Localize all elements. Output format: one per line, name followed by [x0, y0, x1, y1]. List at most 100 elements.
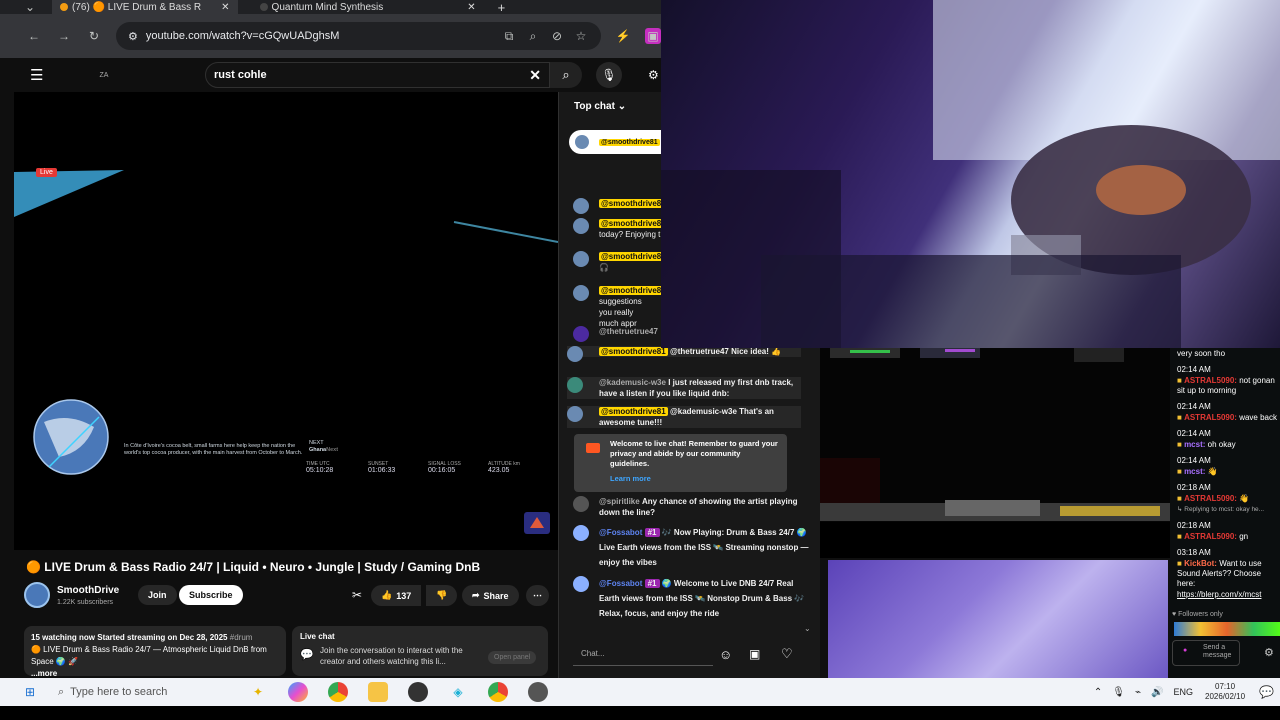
bookmark-star-icon[interactable]: ☆ [573, 28, 589, 44]
youtube-chat-icon [586, 443, 600, 453]
kick-username[interactable]: ASTRAL5090: [1184, 376, 1237, 385]
user-avatar [567, 406, 583, 422]
super-chat-icon[interactable]: ▣ [749, 647, 760, 661]
language-indicator[interactable]: ENG [1173, 687, 1193, 697]
kick-username[interactable]: ASTRAL5090: [1184, 532, 1237, 541]
emoji-icon[interactable]: ☺ [719, 647, 732, 662]
clear-search-icon[interactable]: ✕ [529, 67, 541, 84]
notifications-icon[interactable]: 💬 [1259, 685, 1274, 699]
tab-close-icon[interactable]: ✕ [221, 2, 229, 13]
emote-button-icon[interactable]: ● [1183, 647, 1187, 655]
like-button[interactable]: 👍 137 [371, 585, 422, 606]
chat-mode-dropdown[interactable]: Top chat ⌄ [574, 101, 626, 112]
clock-time: 07:10 [1215, 682, 1236, 691]
mod-badge: #1 [644, 528, 660, 537]
address-bar[interactable]: ⚙ youtube.com/watch?v=cGQwUADghsM ⧉ ⌕ ⊘ … [116, 22, 601, 50]
reload-icon[interactable]: ↻ [86, 28, 102, 44]
taskbar-search[interactable]: ⌕ Type here to search [58, 686, 238, 699]
volume-icon[interactable]: 🔊 [1151, 687, 1163, 698]
kick-username[interactable]: ASTRAL5090: [1184, 494, 1237, 503]
username: @smoothdrive81 [599, 219, 668, 228]
tab-list-chevron-icon[interactable]: ⌄ [22, 0, 38, 14]
kick-reply-context: ↳ Replying to mcst: okay he... [1177, 506, 1265, 513]
clock[interactable]: 07:10 2026/02/10 [1205, 682, 1245, 702]
chat-input[interactable]: Chat... [573, 644, 713, 666]
kick-message: ■ mcst: oh okay [1177, 440, 1278, 450]
video-player[interactable]: Live In Côte d'Ivoire's cocoa belt, smal… [14, 92, 558, 550]
settings-icon[interactable]: ⚙ [1264, 648, 1274, 659]
sub-badge-icon: ■ [1177, 559, 1185, 568]
kick-username[interactable]: ASTRAL5090: [1184, 413, 1237, 422]
join-button[interactable]: Join [138, 585, 177, 605]
followers-only-label: ♥ Followers only [1172, 610, 1223, 620]
learn-more-link[interactable]: Learn more [610, 474, 781, 484]
pinned-username: @smoothdrive81 [599, 138, 660, 146]
search-input[interactable]: rust cohle ✕ [205, 62, 550, 88]
obs-icon[interactable] [408, 682, 428, 702]
extension-2-icon[interactable]: ▣ [645, 28, 661, 44]
kick-username[interactable]: mcst: [1184, 467, 1205, 476]
ticker-text: In Côte d'Ivoire's cocoa belt, small far… [124, 443, 303, 456]
kick-timestamp: 02:14 AM [1177, 365, 1211, 374]
new-tab-button[interactable]: + [498, 0, 506, 14]
channel-name[interactable]: SmoothDrive [57, 585, 119, 596]
cast-icon[interactable]: ⧉ [501, 28, 517, 44]
back-icon[interactable]: ← [26, 28, 42, 44]
open-panel-button[interactable]: Open panel [488, 651, 537, 664]
windows-start-icon[interactable]: ⊞ [20, 682, 40, 702]
clip-icon[interactable]: ✂ [352, 588, 362, 602]
description-hashtag[interactable]: #drum [230, 633, 253, 642]
heart-icon: ♥ [1172, 611, 1177, 618]
heart-icon[interactable]: ♡ [781, 646, 793, 662]
share-button[interactable]: ➦ Share [462, 585, 519, 606]
kick-link[interactable]: https://blerp.com/x/mcst [1177, 590, 1278, 600]
copilot-sparkle-icon[interactable]: ✦ [248, 682, 268, 702]
username: @smoothdrive81 [599, 347, 668, 356]
subscriber-count: 1.22K subscribers [57, 599, 114, 606]
app-2-icon[interactable] [528, 682, 548, 702]
show-more-link[interactable]: ...more [31, 669, 57, 678]
chevron-down-icon: ⌄ [617, 101, 627, 112]
user-avatar [573, 576, 589, 592]
kick-username[interactable]: mcst: [1184, 440, 1205, 449]
user-avatar [573, 218, 589, 234]
search-button[interactable]: ⌕ [550, 62, 582, 88]
file-explorer-icon[interactable] [368, 682, 388, 702]
network-icon[interactable]: ⌁ [1135, 687, 1141, 698]
tray-chevron-icon[interactable]: ⌃ [1094, 687, 1102, 698]
tab-quantum-mind[interactable]: Quantum Mind Synthesis ✕ [252, 0, 484, 14]
tab-live-dnb[interactable]: (76) 🟠 LIVE Drum & Bass R ✕ [52, 0, 238, 14]
forward-icon[interactable]: → [56, 28, 72, 44]
thumbs-up-icon: 👍 [381, 590, 393, 600]
microphone-tray-icon[interactable]: 🎙 [1112, 687, 1125, 698]
extension-icon[interactable]: ⚡ [615, 28, 631, 44]
site-info-icon[interactable]: ⚙ [128, 30, 138, 43]
hamburger-menu-icon[interactable]: ☰ [30, 66, 43, 84]
kick-chat-messages: very soon tho 02:14 AM ■ ASTRAL5090: not g… [1170, 349, 1280, 600]
chrome-profile-icon[interactable] [488, 682, 508, 702]
scroll-down-icon[interactable]: ⌄ [804, 624, 811, 633]
browser-toolbar: ← → ↻ ⚙ youtube.com/watch?v=cGQwUADghsM … [0, 14, 661, 58]
dislike-button[interactable]: 👎 [426, 585, 458, 606]
channel-avatar[interactable] [24, 582, 50, 608]
user-avatar [573, 198, 589, 214]
next-value-faded: Next [326, 446, 339, 453]
kick-message-input[interactable]: ● Send a message [1172, 640, 1240, 666]
tab-close-icon[interactable]: ✕ [467, 2, 475, 13]
zoom-icon[interactable]: ⌕ [525, 28, 541, 44]
chrome-icon[interactable] [328, 682, 348, 702]
chat-input-placeholder: Chat... [581, 649, 605, 658]
app-icon[interactable]: ◈ [448, 682, 468, 702]
user-avatar [573, 525, 589, 541]
create-icon[interactable]: ⚙ [648, 68, 659, 82]
description-box[interactable]: 15 watching now Started streaming on Dec… [24, 626, 286, 678]
kick-username[interactable]: KickBot: [1184, 559, 1217, 568]
kick-message-text: wave back [1239, 413, 1277, 422]
user-avatar [567, 346, 583, 362]
webcam-overlay [661, 0, 1280, 348]
more-actions-button[interactable]: ⋯ [526, 585, 549, 606]
copilot-icon[interactable] [288, 682, 308, 702]
subscribe-button[interactable]: Subscribe [179, 585, 243, 605]
eye-off-icon[interactable]: ⊘ [549, 28, 565, 44]
voice-search-button[interactable]: 🎙 [596, 62, 622, 88]
